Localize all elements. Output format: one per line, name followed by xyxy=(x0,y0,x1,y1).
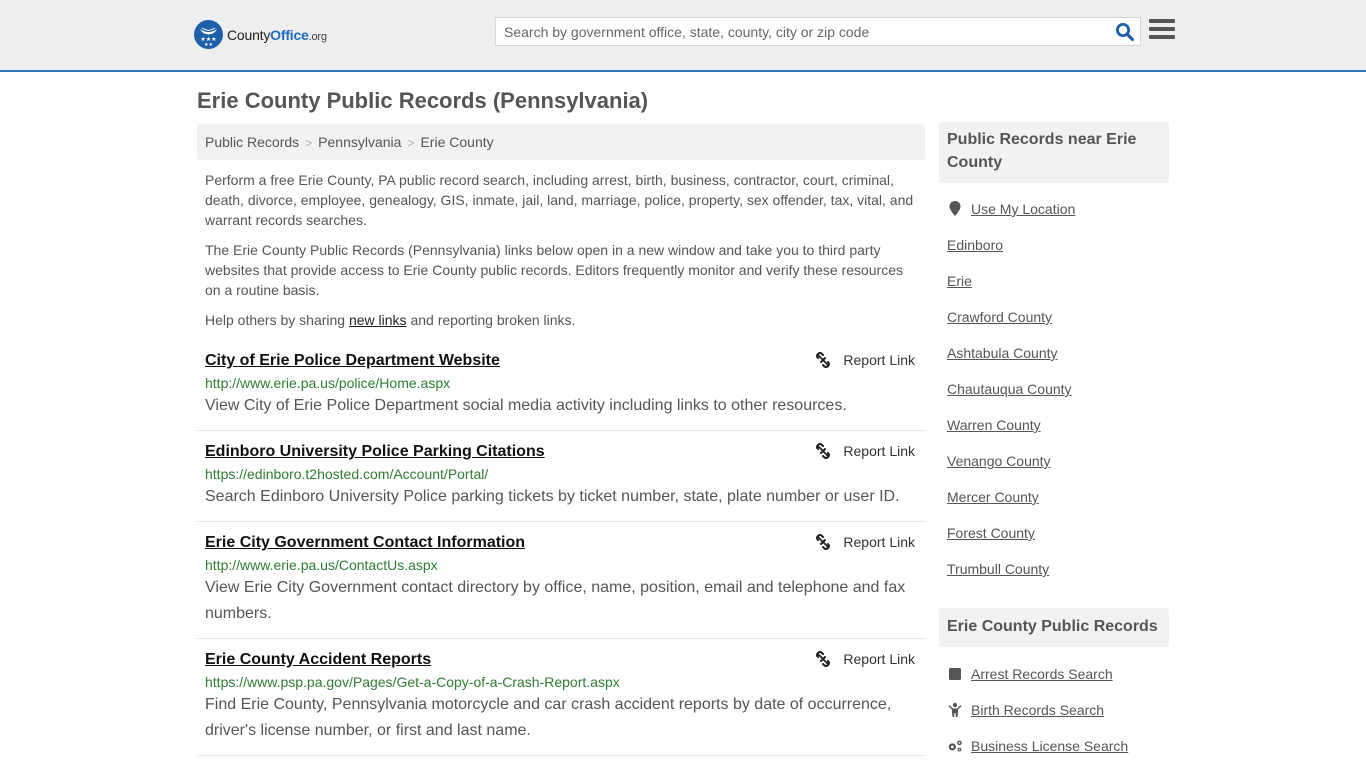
broken-link-icon xyxy=(816,534,831,550)
report-link-button[interactable]: Report Link xyxy=(815,352,915,368)
record-title-link[interactable]: Erie City Government Contact Information xyxy=(205,532,525,553)
record-item: City of Erie Police Department Website R… xyxy=(197,340,925,431)
logo-text-office: Office xyxy=(270,26,309,43)
records-list: City of Erie Police Department Website R… xyxy=(197,340,925,756)
nearby-link-forest-county[interactable]: Forest County xyxy=(947,525,1035,541)
county-record-item: Birth Records Search xyxy=(947,692,1169,728)
page-title: Erie County Public Records (Pennsylvania… xyxy=(197,88,649,113)
report-link-button[interactable]: Report Link xyxy=(815,443,915,459)
svg-text:★★: ★★ xyxy=(204,42,213,48)
record-item: Erie County Accident Reports Report Link… xyxy=(197,639,925,756)
report-link-button[interactable]: Report Link xyxy=(815,534,915,550)
use-my-location-item: Use My Location xyxy=(947,191,1169,227)
menu-bar xyxy=(1149,19,1175,23)
broken-link-icon xyxy=(816,352,831,368)
nearby-item: Crawford County xyxy=(947,299,1169,335)
breadcrumb-erie-county[interactable]: Erie County xyxy=(420,134,493,150)
record-item: Edinboro University Police Parking Citat… xyxy=(197,431,925,522)
nearby-link-crawford-county[interactable]: Crawford County xyxy=(947,309,1052,325)
record-title-link[interactable]: City of Erie Police Department Website xyxy=(205,350,500,371)
search-button[interactable] xyxy=(1115,22,1135,42)
broken-link-icon xyxy=(816,651,831,667)
nearby-item: Venango County xyxy=(947,443,1169,479)
sidebar-heading-nearby: Public Records near Erie County xyxy=(939,122,1169,183)
report-link-label: Report Link xyxy=(843,651,915,667)
logo-text-org: .org xyxy=(308,30,327,43)
use-my-location-link[interactable]: Use My Location xyxy=(971,201,1075,217)
nearby-item: Chautauqua County xyxy=(947,371,1169,407)
eagle-logo-icon: ★★★ ★★ xyxy=(194,20,223,49)
nearby-item: Ashtabula County xyxy=(947,335,1169,371)
county-record-item: Arrest Records Search xyxy=(947,656,1169,692)
record-description: Search Edinboro University Police parkin… xyxy=(205,488,900,505)
nearby-link-venango-county[interactable]: Venango County xyxy=(947,453,1051,469)
nearby-link-trumbull-county[interactable]: Trumbull County xyxy=(947,561,1049,577)
record-description: Find Erie County, Pennsylvania motorcycl… xyxy=(205,696,892,739)
report-link-label: Report Link xyxy=(843,534,915,550)
business-license-search-link[interactable]: Business License Search xyxy=(971,738,1128,754)
gears-icon xyxy=(947,739,963,753)
breadcrumb-public-records[interactable]: Public Records xyxy=(205,134,299,150)
hamburger-menu-icon[interactable] xyxy=(1149,19,1175,41)
county-record-item: Business License Search xyxy=(947,728,1169,764)
report-link-button[interactable]: Report Link xyxy=(815,651,915,667)
nearby-link-chautauqua-county[interactable]: Chautauqua County xyxy=(947,381,1072,397)
site-logo[interactable]: ★★★ ★★ CountyOffice.org xyxy=(194,20,327,49)
report-link-label: Report Link xyxy=(843,352,915,368)
nearby-link-mercer-county[interactable]: Mercer County xyxy=(947,489,1039,505)
menu-bar xyxy=(1149,35,1175,39)
nearby-list: Use My Location Edinboro Erie Crawford C… xyxy=(939,191,1169,587)
site-header: ★★★ ★★ CountyOffice.org xyxy=(0,0,1366,72)
menu-bar xyxy=(1149,27,1175,31)
new-links-link[interactable]: new links xyxy=(349,312,407,328)
birth-records-search-link[interactable]: Birth Records Search xyxy=(971,702,1104,718)
intro-paragraph: Perform a free Erie County, PA public re… xyxy=(205,172,914,228)
logo-wordmark: CountyOffice.org xyxy=(227,27,327,43)
record-item: Erie City Government Contact Information… xyxy=(197,522,925,639)
nearby-link-edinboro[interactable]: Edinboro xyxy=(947,237,1003,253)
arrest-records-search-link[interactable]: Arrest Records Search xyxy=(971,666,1113,682)
record-description: View City of Erie Police Department soci… xyxy=(205,397,847,414)
help-text: Help others by sharing xyxy=(205,312,349,328)
nearby-item: Warren County xyxy=(947,407,1169,443)
breadcrumb-separator: > xyxy=(305,136,313,150)
record-url: https://www.psp.pa.gov/Pages/Get-a-Copy-… xyxy=(205,674,620,690)
disclaimer-paragraph: The Erie County Public Records (Pennsylv… xyxy=(205,242,903,298)
nearby-link-erie[interactable]: Erie xyxy=(947,273,972,289)
broken-link-icon xyxy=(816,443,831,459)
record-title-link[interactable]: Erie County Accident Reports xyxy=(205,649,431,670)
nearby-item: Mercer County xyxy=(947,479,1169,515)
sidebar-heading-county-records: Erie County Public Records xyxy=(939,608,1169,647)
record-url: http://www.erie.pa.us/police/Home.aspx xyxy=(205,375,451,391)
nearby-item: Forest County xyxy=(947,515,1169,551)
record-url: https://edinboro.t2hosted.com/Account/Po… xyxy=(205,466,489,482)
search-icon xyxy=(1116,23,1135,42)
help-text: and reporting broken links. xyxy=(406,312,576,328)
record-description: View Erie City Government contact direct… xyxy=(205,579,906,622)
child-icon xyxy=(947,702,963,718)
map-marker-icon xyxy=(947,201,963,217)
record-url: http://www.erie.pa.us/ContactUs.aspx xyxy=(205,557,438,573)
county-records-list: Arrest Records Search Birth Records Sear… xyxy=(939,656,1169,764)
nearby-link-warren-county[interactable]: Warren County xyxy=(947,417,1041,433)
nearby-item: Trumbull County xyxy=(947,551,1169,587)
square-icon xyxy=(947,667,963,681)
help-paragraph: Help others by sharing new links and rep… xyxy=(205,310,920,330)
sidebar-nearby: Public Records near Erie County Use My L… xyxy=(939,122,1169,587)
breadcrumb: Public Records > Pennsylvania > Erie County xyxy=(197,124,925,160)
sidebar-county-records: Erie County Public Records Arrest Record… xyxy=(939,608,1169,764)
breadcrumb-separator: > xyxy=(407,136,415,150)
search-input[interactable] xyxy=(496,18,1106,45)
nearby-item: Edinboro xyxy=(947,227,1169,263)
record-title-link[interactable]: Edinboro University Police Parking Citat… xyxy=(205,441,545,462)
search-box xyxy=(495,17,1141,46)
logo-text-county: County xyxy=(227,26,271,43)
breadcrumb-pennsylvania[interactable]: Pennsylvania xyxy=(318,134,401,150)
nearby-item: Erie xyxy=(947,263,1169,299)
nearby-link-ashtabula-county[interactable]: Ashtabula County xyxy=(947,345,1058,361)
report-link-label: Report Link xyxy=(843,443,915,459)
